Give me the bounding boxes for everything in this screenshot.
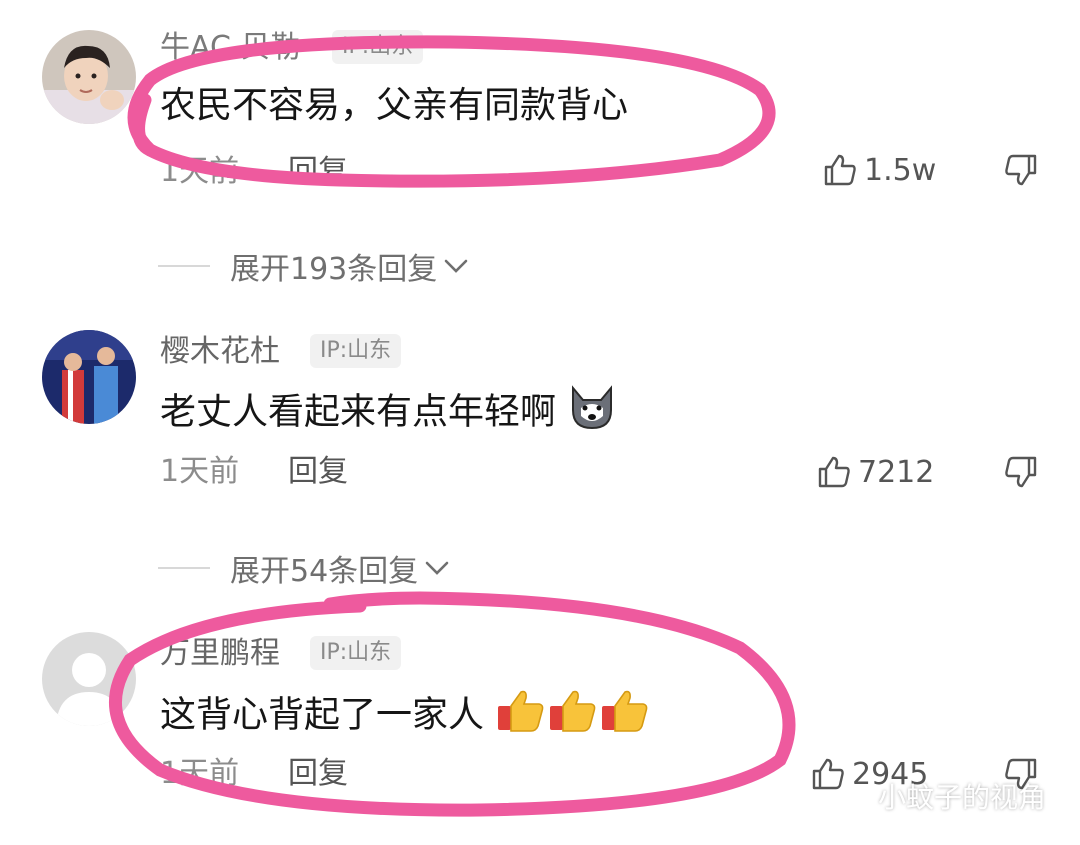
username[interactable]: 樱木花杜: [160, 332, 280, 372]
divider-line: [158, 265, 210, 267]
wechat-logo-icon: [838, 782, 870, 810]
thumbs-down-outline-icon: [1003, 454, 1039, 490]
comment-text: 农民不容易，父亲有同款背心: [160, 85, 629, 126]
comment-text: 老丈人看起来有点年轻啊: [160, 384, 617, 443]
expand-replies[interactable]: 展开54条回复: [158, 546, 450, 590]
reply-button[interactable]: 回复: [288, 152, 348, 192]
comment-text-content: 这背心背起了一家人: [160, 694, 485, 736]
avatar[interactable]: [42, 330, 136, 424]
avatar[interactable]: [42, 30, 136, 124]
expand-replies-label: 展开193条回复: [230, 252, 438, 287]
like-button[interactable]: 7212: [816, 454, 934, 490]
thumbs-up-emoji-icon: [547, 686, 599, 747]
thumbs-down-outline-icon: [1003, 152, 1039, 188]
username[interactable]: 万里鹏程: [160, 634, 280, 674]
comment-time: 1天前: [160, 154, 240, 189]
thumbs-up-emoji-icon: [599, 686, 651, 747]
thumbs-up-outline-icon: [816, 454, 852, 490]
username[interactable]: 牛AC 贝勒: [160, 28, 300, 68]
like-count: 7212: [858, 454, 935, 490]
expand-replies-label: 展开54条回复: [230, 554, 419, 589]
watermark: 小蚊子的视角: [838, 776, 1046, 816]
reply-button[interactable]: 回复: [288, 452, 348, 492]
reply-button[interactable]: 回复: [288, 754, 348, 794]
ip-badge: IP:山东: [332, 30, 424, 64]
like-button[interactable]: 1.5w: [822, 152, 936, 188]
comment-text-content: 老丈人看起来有点年轻啊: [160, 391, 557, 433]
divider-line: [158, 567, 210, 569]
ip-badge: IP:山东: [310, 636, 402, 670]
like-count: 1.5w: [864, 152, 937, 188]
watermark-text: 小蚊子的视角: [878, 781, 1047, 814]
thumbs-up-outline-icon: [822, 152, 858, 188]
avatar[interactable]: [42, 632, 136, 726]
comment-time: 1天前: [160, 756, 240, 791]
chevron-down-icon: [443, 257, 469, 275]
thumbs-up-emoji-icon: [495, 686, 547, 747]
comment-time: 1天前: [160, 454, 240, 489]
dislike-button[interactable]: [1003, 454, 1039, 490]
ip-badge: IP:山东: [310, 334, 402, 368]
comment-text: 这背心背起了一家人: [160, 686, 651, 747]
dislike-button[interactable]: [1003, 152, 1039, 188]
chevron-down-icon: [424, 559, 450, 577]
wolf-face-emoji-icon: [567, 384, 617, 443]
expand-replies[interactable]: 展开193条回复: [158, 244, 469, 288]
